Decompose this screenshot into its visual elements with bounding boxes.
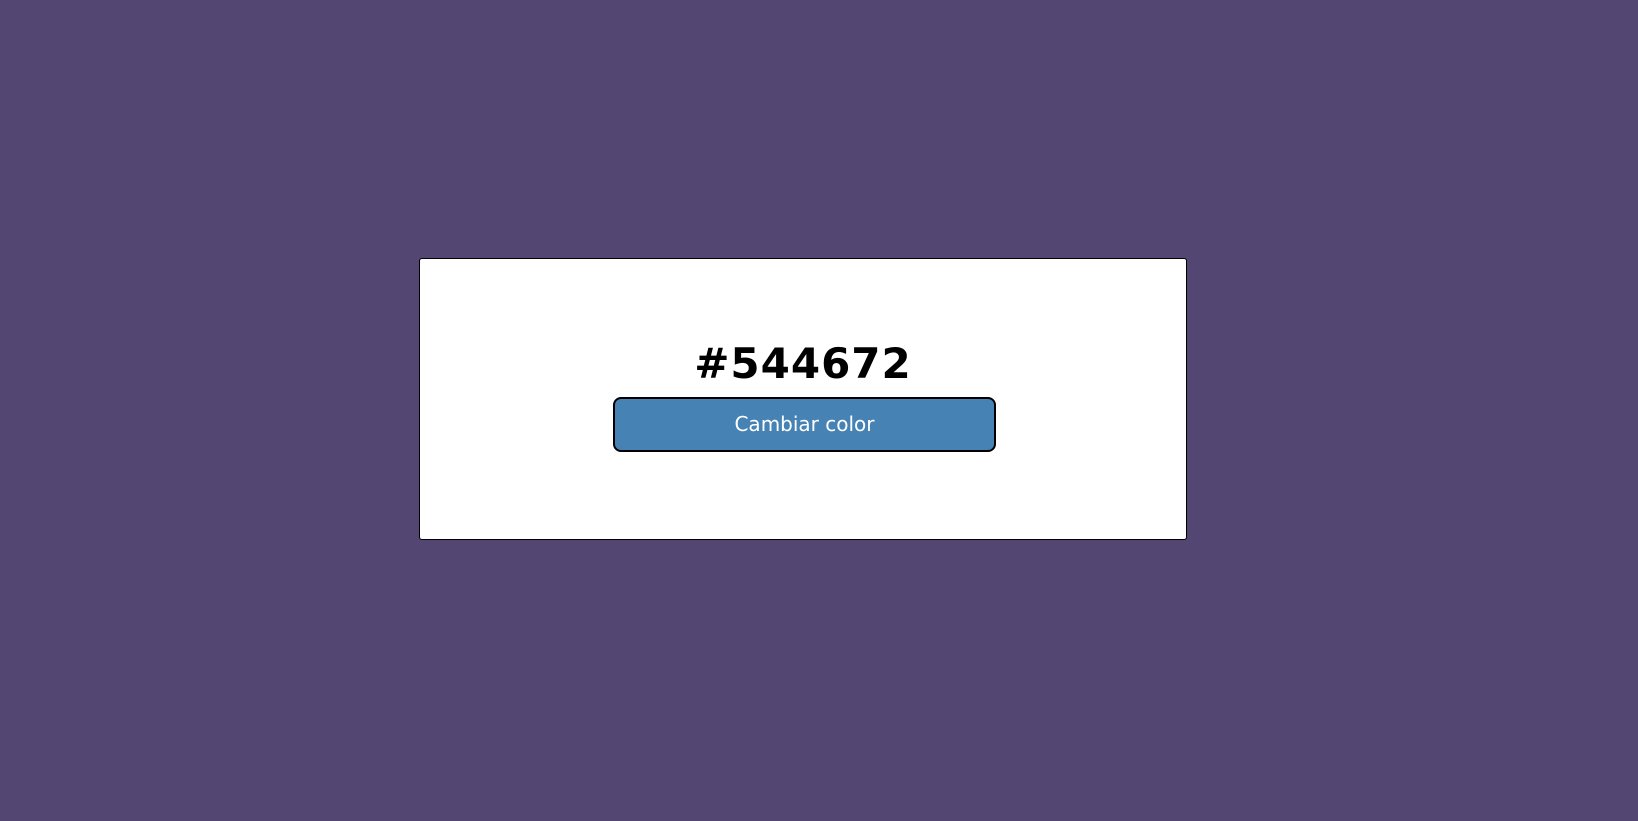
color-card: #544672 Cambiar color [419, 258, 1187, 540]
page-background: #544672 Cambiar color [0, 0, 1638, 821]
hex-color-label: #544672 [694, 339, 912, 388]
change-color-button[interactable]: Cambiar color [613, 397, 996, 452]
